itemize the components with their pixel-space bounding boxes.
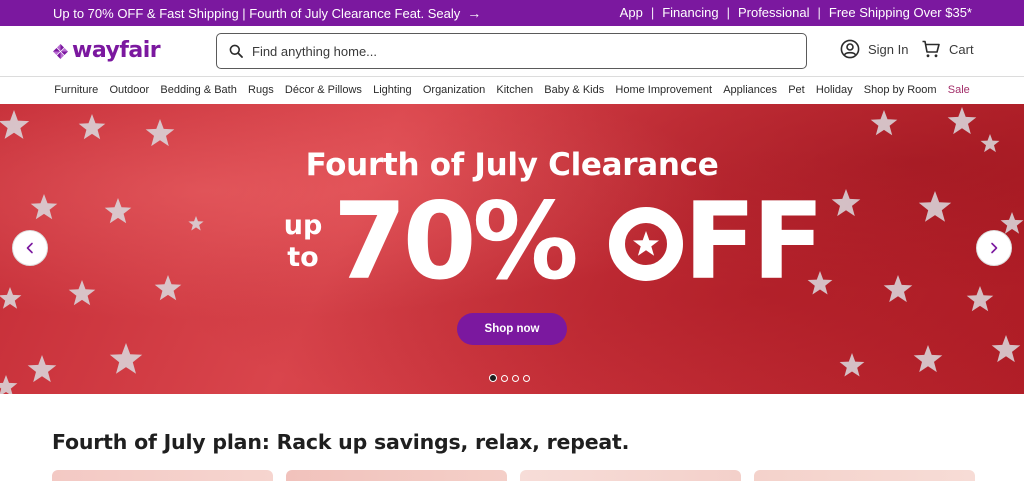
hero-discount-off: FF xyxy=(683,180,825,303)
hero-upto-line2: to xyxy=(287,242,319,273)
hero-discount: 70% FF xyxy=(333,180,825,303)
cart-label: Cart xyxy=(949,41,974,57)
financing-link[interactable]: Financing xyxy=(662,5,718,20)
star-icon xyxy=(30,194,58,220)
sign-in-button[interactable]: Sign In xyxy=(840,39,908,59)
star-icon xyxy=(145,119,175,147)
cart-button[interactable]: Cart xyxy=(921,39,974,59)
star-icon xyxy=(991,335,1021,363)
hero-title: Fourth of July Clearance xyxy=(305,147,719,183)
hero-upto: up to xyxy=(278,210,328,274)
star-icon xyxy=(188,216,204,231)
star-icon xyxy=(0,110,30,139)
star-icon xyxy=(831,189,861,217)
nav-item-shop-by-room[interactable]: Shop by Room xyxy=(858,80,942,100)
star-icon xyxy=(883,275,913,303)
promo-card[interactable] xyxy=(52,470,273,481)
promo-card[interactable] xyxy=(754,470,975,481)
carousel-dot[interactable] xyxy=(512,374,519,382)
category-nav: Furniture Outdoor Bedding & Bath Rugs Dé… xyxy=(0,80,1024,100)
nav-item-rugs[interactable]: Rugs xyxy=(242,80,279,100)
carousel-next-button[interactable] xyxy=(976,230,1012,266)
promo-bar: Up to 70% OFF & Fast Shipping | Fourth o… xyxy=(0,0,1024,26)
nav-item-pet[interactable]: Pet xyxy=(783,80,811,100)
carousel-dot[interactable] xyxy=(501,374,508,382)
promo-card[interactable] xyxy=(520,470,741,481)
nav-item-decor-pillows[interactable]: Décor & Pillows xyxy=(279,80,367,100)
nav-item-organization[interactable]: Organization xyxy=(417,80,491,100)
logo-text: wayfair xyxy=(72,38,161,63)
promo-cards xyxy=(52,470,975,481)
star-icon xyxy=(0,287,22,309)
hero-banner[interactable]: Fourth of July Clearance up to 70% FF Sh… xyxy=(0,104,1024,394)
professional-link[interactable]: Professional xyxy=(738,5,810,20)
search-icon xyxy=(229,44,243,58)
shop-now-button[interactable]: Shop now xyxy=(457,313,567,345)
promo-card[interactable] xyxy=(286,470,507,481)
star-icon xyxy=(870,110,898,136)
arrow-right-icon: → xyxy=(467,5,482,21)
section-title: Fourth of July plan: Rack up savings, re… xyxy=(52,430,630,454)
divider: | xyxy=(817,5,821,20)
star-icon xyxy=(918,191,952,222)
nav-item-outdoor[interactable]: Outdoor xyxy=(104,80,155,100)
promo-text: Up to 70% OFF & Fast Shipping | Fourth o… xyxy=(53,5,461,21)
sign-in-label: Sign In xyxy=(868,41,909,57)
star-icon xyxy=(109,343,143,374)
promo-link[interactable]: Up to 70% OFF & Fast Shipping | Fourth o… xyxy=(53,5,481,21)
nav-item-lighting[interactable]: Lighting xyxy=(368,80,418,100)
nav-item-home-improvement[interactable]: Home Improvement xyxy=(610,80,718,100)
chevron-right-icon xyxy=(991,242,998,254)
star-icon xyxy=(947,107,977,135)
app-link[interactable]: App xyxy=(620,5,643,20)
account-icon xyxy=(840,39,860,59)
logo[interactable]: wayfair xyxy=(52,38,161,63)
wayfair-pinwheel-icon xyxy=(53,43,68,59)
carousel-prev-button[interactable] xyxy=(12,230,48,266)
nav-item-sale[interactable]: Sale xyxy=(942,80,975,100)
star-icon xyxy=(839,353,865,377)
header: wayfair Sign In Cart xyxy=(0,26,1024,76)
free-shipping-link[interactable]: Free Shipping Over $35* xyxy=(829,5,972,20)
star-icon xyxy=(154,275,182,301)
star-icon xyxy=(0,375,18,394)
cart-icon xyxy=(922,40,940,58)
star-icon xyxy=(1000,212,1024,234)
star-icon xyxy=(104,198,132,224)
nav-item-appliances[interactable]: Appliances xyxy=(718,80,783,100)
hero-discount-percent: 70% xyxy=(333,180,608,303)
divider: | xyxy=(726,5,730,20)
nav-item-baby-kids[interactable]: Baby & Kids xyxy=(539,80,610,100)
star-icon xyxy=(913,345,943,373)
nav-item-bedding-bath[interactable]: Bedding & Bath xyxy=(155,80,243,100)
promo-links: App | Financing | Professional | Free Sh… xyxy=(620,5,972,20)
nav-item-holiday[interactable]: Holiday xyxy=(810,80,858,100)
hero-upto-line1: up xyxy=(283,210,323,241)
nav-item-kitchen[interactable]: Kitchen xyxy=(491,80,539,100)
search-bar[interactable] xyxy=(216,33,807,69)
header-divider xyxy=(0,76,1024,77)
divider: | xyxy=(650,5,655,20)
carousel-dots xyxy=(489,374,530,382)
star-icon xyxy=(27,355,57,383)
star-icon xyxy=(966,286,994,312)
star-o-icon xyxy=(608,182,684,302)
nav-item-furniture[interactable]: Furniture xyxy=(49,80,104,100)
carousel-dot[interactable] xyxy=(489,374,497,382)
chevron-left-icon xyxy=(26,242,33,254)
search-input[interactable] xyxy=(252,43,772,59)
star-icon xyxy=(78,114,106,140)
star-icon xyxy=(68,280,96,306)
carousel-dot[interactable] xyxy=(523,374,530,382)
